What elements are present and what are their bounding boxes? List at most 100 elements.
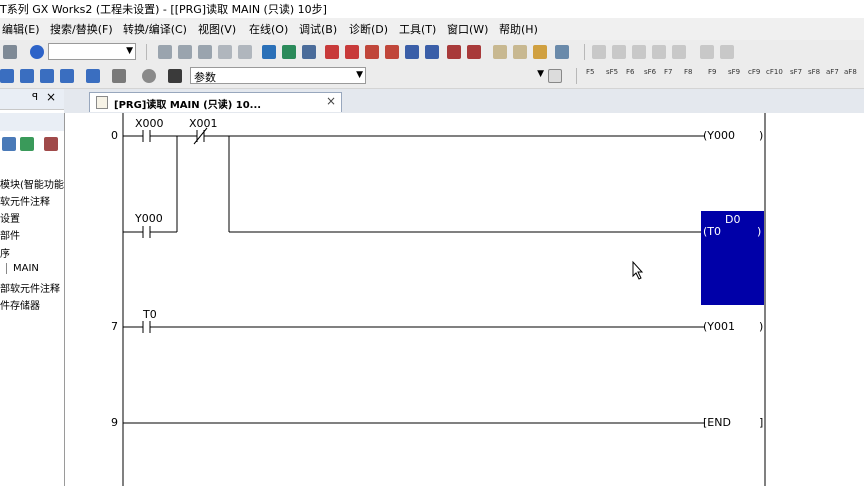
undo-icon[interactable] bbox=[218, 45, 232, 59]
fkey-label[interactable]: aF8 bbox=[844, 68, 857, 76]
toolbar-ladder: 参数 ▼ ▼ F5 sF5 F6 sF6 F7 F8 F9 sF9 cF9 cF… bbox=[0, 64, 864, 89]
nav-item-device-comment[interactable]: 软元件注释 bbox=[0, 193, 50, 208]
contact-label-t0[interactable]: T0 bbox=[143, 308, 157, 321]
copy-icon[interactable] bbox=[178, 45, 192, 59]
tab-close-icon[interactable]: × bbox=[326, 94, 336, 108]
plc-verify-icon[interactable] bbox=[365, 45, 379, 59]
step-number: 7 bbox=[111, 320, 118, 333]
nav-item-intelligent-module[interactable]: 模块(智能功能 bbox=[0, 176, 64, 191]
menu-edit[interactable]: 编辑(E) bbox=[2, 21, 40, 37]
document-tab-strip: [PRG]读取 MAIN (只读) 10... × bbox=[64, 89, 864, 114]
toolbar-combo-1[interactable]: ▼ bbox=[48, 43, 136, 60]
plc-write-icon[interactable] bbox=[325, 45, 339, 59]
edit-note-icon[interactable] bbox=[533, 45, 547, 59]
comment-icon[interactable] bbox=[60, 69, 74, 83]
menu-view[interactable]: 视图(V) bbox=[198, 21, 236, 37]
fkey-label[interactable]: cF10 bbox=[766, 68, 783, 76]
ladder-tool-icon[interactable] bbox=[652, 45, 666, 59]
nav-item-main[interactable]: MAIN bbox=[6, 263, 39, 274]
paste-icon[interactable] bbox=[198, 45, 212, 59]
monitor-icon[interactable] bbox=[385, 45, 399, 59]
device-verify-icon[interactable] bbox=[302, 45, 316, 59]
nav-item-settings[interactable]: 设置 bbox=[0, 210, 20, 225]
step-number: 9 bbox=[111, 416, 118, 429]
nav-item-device-memory[interactable]: 件存储器 bbox=[0, 297, 40, 312]
timer-coil-t0: (T0 bbox=[703, 225, 722, 238]
device-read-icon[interactable] bbox=[282, 45, 296, 59]
nav-item-parts[interactable]: 部件 bbox=[0, 227, 20, 242]
menu-help[interactable]: 帮助(H) bbox=[499, 21, 538, 37]
end-instruction[interactable]: [END bbox=[703, 416, 731, 429]
fkey-label[interactable]: F5 bbox=[586, 68, 594, 76]
zoom-icon[interactable] bbox=[112, 69, 126, 83]
contact-label-x000[interactable]: X000 bbox=[135, 117, 164, 130]
monitor-start-icon[interactable] bbox=[405, 45, 419, 59]
navigation-tool-icon[interactable] bbox=[44, 137, 58, 151]
menu-diagnostics[interactable]: 诊断(D) bbox=[349, 21, 388, 37]
fkey-label[interactable]: sF6 bbox=[644, 68, 656, 76]
menu-bar: 编辑(E) 搜索/替换(F) 转换/编译(C) 视图(V) 在线(O) 调试(B… bbox=[0, 18, 864, 40]
help-icon[interactable] bbox=[30, 45, 44, 59]
fkey-label[interactable]: F7 bbox=[664, 68, 672, 76]
tab-main-program[interactable]: [PRG]读取 MAIN (只读) 10... × bbox=[89, 92, 342, 112]
parameter-combo[interactable]: 参数 ▼ bbox=[190, 67, 366, 84]
fkey-label[interactable]: F9 bbox=[708, 68, 716, 76]
print-icon[interactable] bbox=[3, 45, 17, 59]
plc-read-icon[interactable] bbox=[345, 45, 359, 59]
device-batch-icon[interactable] bbox=[447, 45, 461, 59]
program-file-icon bbox=[96, 96, 108, 109]
navigation-tool-icon[interactable] bbox=[2, 137, 16, 151]
ladder-tool-icon[interactable] bbox=[612, 45, 626, 59]
fkey-label[interactable]: sF5 bbox=[606, 68, 618, 76]
cut-icon[interactable] bbox=[158, 45, 172, 59]
contact-label-x001[interactable]: X001 bbox=[189, 117, 218, 130]
parameter-icon[interactable] bbox=[20, 69, 34, 83]
binoculars-icon[interactable] bbox=[168, 69, 182, 83]
fkey-label[interactable]: aF7 bbox=[826, 68, 839, 76]
fkey-label[interactable]: F6 bbox=[626, 68, 634, 76]
device-icon[interactable] bbox=[86, 69, 100, 83]
title-bar: T系列 GX Works2 (工程未设置) - [[PRG]读取 MAIN (只… bbox=[0, 0, 864, 16]
coil-y000[interactable]: (Y000 bbox=[703, 129, 735, 142]
nav-item-program[interactable]: 序 bbox=[0, 245, 10, 260]
timer-coil-t0-selected[interactable]: D0 (T0 ) bbox=[701, 211, 764, 305]
menu-tools[interactable]: 工具(T) bbox=[399, 21, 436, 37]
menu-convert-compile[interactable]: 转换/编译(C) bbox=[123, 21, 187, 37]
edit-comment-icon[interactable] bbox=[493, 45, 507, 59]
toolbar-main: ▼ bbox=[0, 40, 864, 65]
display-icon[interactable] bbox=[555, 45, 569, 59]
combo-arrow[interactable]: ▼ bbox=[532, 67, 544, 84]
refresh-icon[interactable] bbox=[20, 137, 34, 151]
nav-item-local-device-comment[interactable]: 部软元件注释 bbox=[0, 280, 60, 295]
menu-debug[interactable]: 调试(B) bbox=[299, 21, 337, 37]
device-write-icon[interactable] bbox=[262, 45, 276, 59]
menu-online[interactable]: 在线(O) bbox=[249, 21, 288, 37]
contact-label-y000[interactable]: Y000 bbox=[135, 212, 163, 225]
menu-search-replace[interactable]: 搜索/替换(F) bbox=[50, 21, 113, 37]
fkey-label[interactable]: cF9 bbox=[748, 68, 760, 76]
close-icon[interactable]: × bbox=[46, 90, 56, 104]
info-icon[interactable] bbox=[142, 69, 156, 83]
navigation-subheader bbox=[0, 113, 64, 131]
redo-icon[interactable] bbox=[238, 45, 252, 59]
fkey-label[interactable]: sF8 bbox=[808, 68, 820, 76]
document-icon[interactable] bbox=[548, 69, 562, 83]
ladder-tool-icon[interactable] bbox=[672, 45, 686, 59]
ladder-tool-icon[interactable] bbox=[632, 45, 646, 59]
navigation-icon[interactable] bbox=[0, 69, 14, 83]
coil-y001[interactable]: (Y001 bbox=[703, 320, 735, 333]
ladder-tool-icon[interactable] bbox=[700, 45, 714, 59]
ladder-tool-icon[interactable] bbox=[592, 45, 606, 59]
tab-label: [PRG]读取 MAIN (只读) 10... bbox=[114, 100, 262, 111]
end-bracket: ] bbox=[759, 416, 764, 429]
monitor-stop-icon[interactable] bbox=[425, 45, 439, 59]
edit-statement-icon[interactable] bbox=[513, 45, 527, 59]
fkey-label[interactable]: F8 bbox=[684, 68, 692, 76]
program-icon[interactable] bbox=[40, 69, 54, 83]
pin-icon[interactable]: ꟼ bbox=[32, 92, 38, 103]
menu-window[interactable]: 窗口(W) bbox=[447, 21, 488, 37]
fkey-label[interactable]: sF7 bbox=[790, 68, 802, 76]
ladder-tool-icon[interactable] bbox=[720, 45, 734, 59]
device-test-icon[interactable] bbox=[467, 45, 481, 59]
fkey-label[interactable]: sF9 bbox=[728, 68, 740, 76]
